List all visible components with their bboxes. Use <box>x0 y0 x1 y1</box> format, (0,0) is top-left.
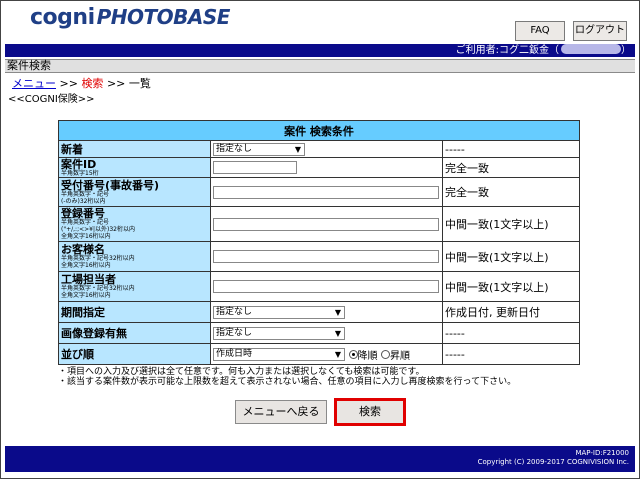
logo-cogni: cogni <box>30 5 95 30</box>
user-bar: ご利用者:コグ二鈑金（ ） <box>5 44 635 57</box>
breadcrumb-separator: >> <box>59 77 78 90</box>
condition-customer-name: 中間一致(1文字以上) <box>442 241 580 272</box>
breadcrumb-list: 一覧 <box>128 77 151 90</box>
user-prefix: ご利用者:コグ二鈑金（ <box>455 45 559 56</box>
label-sort-order: 並び順 <box>58 343 211 365</box>
label-customer-name: お客様名 半角英数字・記号32桁以内 全角文字16桁以内 <box>58 241 211 272</box>
label-image-registered: 画像登録有無 <box>58 322 211 344</box>
chevron-down-icon: ▼ <box>334 328 341 338</box>
user-name-redacted <box>561 44 621 54</box>
registration-number-input[interactable] <box>213 217 439 231</box>
breadcrumb-menu-link[interactable]: メニュー <box>12 77 56 90</box>
breadcrumb-separator: >> <box>106 77 126 90</box>
image-registered-select[interactable]: 指定なし ▼ <box>213 326 345 340</box>
label-new-arrival: 新着 <box>58 140 211 158</box>
user-suffix: ） <box>621 45 631 56</box>
case-id-input[interactable] <box>213 161 297 175</box>
sort-desc-label: 降順 <box>357 350 378 362</box>
label-reception-number: 受付番号(事故番号) 半角英数字・記号 (-のみ)32桁以内 <box>58 177 211 207</box>
page-id: MAP-ID:F21000 <box>575 449 629 457</box>
section-title: 案件検索 <box>5 59 635 73</box>
sort-asc-radio[interactable] <box>381 349 390 359</box>
chevron-down-icon: ▼ <box>294 144 301 154</box>
logo-photobase: PHOTOBASE <box>96 5 231 29</box>
row-new-arrival: 新着 指定なし ▼ ----- <box>58 140 580 158</box>
factory-staff-input[interactable] <box>213 280 439 294</box>
condition-period: 作成日付, 更新日付 <box>442 301 580 323</box>
breadcrumb: メニュー >> 検索 >> 一覧 <box>12 75 151 91</box>
new-arrival-select[interactable]: 指定なし ▼ <box>213 142 305 156</box>
period-select[interactable]: 指定なし ▼ <box>213 305 345 319</box>
search-conditions-table: 案件 検索条件 新着 指定なし ▼ ----- 案件ID 半角数字15桁 完全一致 … <box>58 120 580 365</box>
label-period: 期間指定 <box>58 301 211 323</box>
label-factory-staff: 工場担当者 半角英数字・記号32桁以内 全角文字16桁以内 <box>58 271 211 302</box>
row-period: 期間指定 指定なし ▼ 作成日付, 更新日付 <box>58 301 580 323</box>
logo: cogni PHOTOBASE <box>30 5 230 31</box>
row-sort-order: 並び順 作成日時 ▼ 降順 昇順 ----- <box>58 343 580 365</box>
back-to-menu-button[interactable]: メニューへ戻る <box>235 400 327 424</box>
row-image-registered: 画像登録有無 指定なし ▼ ----- <box>58 322 580 344</box>
search-notes: ・項目への入力及び選択は全て任意です。何も入力または選択しなくても検索は可能です… <box>58 367 516 387</box>
sort-desc-radio[interactable] <box>348 349 358 359</box>
condition-new-arrival: ----- <box>442 140 580 158</box>
condition-case-id: 完全一致 <box>442 157 580 178</box>
insurer-subheading: <<COGNI保険>> <box>8 94 95 105</box>
table-header: 案件 検索条件 <box>58 120 580 141</box>
sort-asc-label: 昇順 <box>390 350 410 362</box>
footer: MAP-ID:F21000 Copyright (C) 2009-2017 CO… <box>5 446 635 472</box>
condition-reception-number: 完全一致 <box>442 177 580 207</box>
row-customer-name: お客様名 半角英数字・記号32桁以内 全角文字16桁以内 中間一致(1文字以上) <box>58 241 580 272</box>
customer-name-input[interactable] <box>213 250 439 264</box>
condition-image-registered: ----- <box>442 322 580 344</box>
chevron-down-icon: ▼ <box>334 349 341 359</box>
row-factory-staff: 工場担当者 半角英数字・記号32桁以内 全角文字16桁以内 中間一致(1文字以上) <box>58 271 580 302</box>
breadcrumb-current: 検索 <box>81 77 104 90</box>
condition-sort-order: ----- <box>442 343 580 365</box>
chevron-down-icon: ▼ <box>334 307 341 317</box>
copyright: Copyright (C) 2009-2017 COGNIVISION Inc. <box>477 458 629 466</box>
condition-registration-number: 中間一致(1文字以上) <box>442 206 580 242</box>
sort-order-select[interactable]: 作成日時 ▼ <box>213 347 345 361</box>
note-line: ・該当する案件数が表示可能な上限数を超えて表示されない場合、任意の項目に入力し再… <box>58 377 517 387</box>
row-case-id: 案件ID 半角数字15桁 完全一致 <box>58 157 580 178</box>
faq-button[interactable]: FAQ <box>515 21 565 41</box>
label-registration-number: 登録番号 半角英数字・記号 ("+/,:;<>¥|以外)32桁以内 全角文字16桁… <box>58 206 211 242</box>
search-button[interactable]: 検索 <box>334 398 406 426</box>
row-reception-number: 受付番号(事故番号) 半角英数字・記号 (-のみ)32桁以内 完全一致 <box>58 177 580 207</box>
row-registration-number: 登録番号 半角英数字・記号 ("+/,:;<>¥|以外)32桁以内 全角文字16桁… <box>58 206 580 242</box>
reception-number-input[interactable] <box>213 185 439 199</box>
label-case-id: 案件ID 半角数字15桁 <box>58 157 211 178</box>
condition-factory-staff: 中間一致(1文字以上) <box>442 271 580 302</box>
logout-button[interactable]: ログアウト <box>573 21 627 41</box>
note-line: ・項目への入力及び選択は全て任意です。何も入力または選択しなくても検索は可能です… <box>58 367 425 377</box>
